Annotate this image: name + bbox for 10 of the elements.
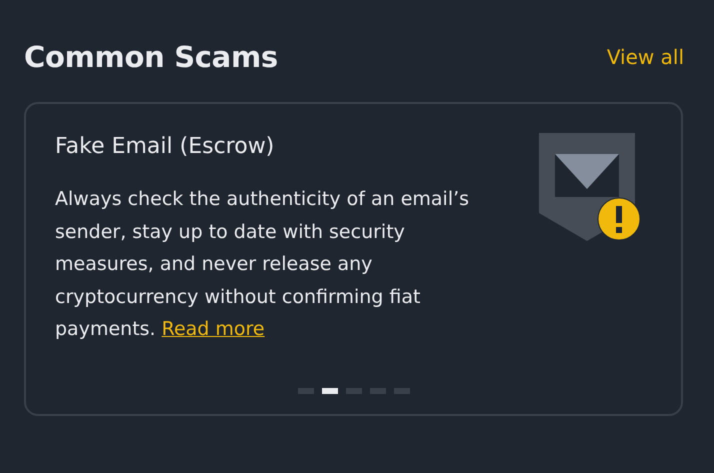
page-indicator[interactable] [370, 388, 386, 394]
section-title: Common Scams [24, 40, 278, 74]
page-indicator[interactable] [346, 388, 362, 394]
view-all-link[interactable]: View all [606, 45, 684, 69]
read-more-link[interactable]: Read more [162, 318, 265, 340]
page-indicator[interactable] [298, 388, 314, 394]
card-description: Always check the authenticity of an email’s sender, stay up to date with security measures, and never release any cryptocurrency without confirming fiat payments. Read more [55, 187, 470, 342]
page-indicator[interactable] [394, 388, 410, 394]
card-title: Fake Email (Escrow) [55, 134, 276, 159]
page-indicator[interactable] [322, 388, 338, 394]
